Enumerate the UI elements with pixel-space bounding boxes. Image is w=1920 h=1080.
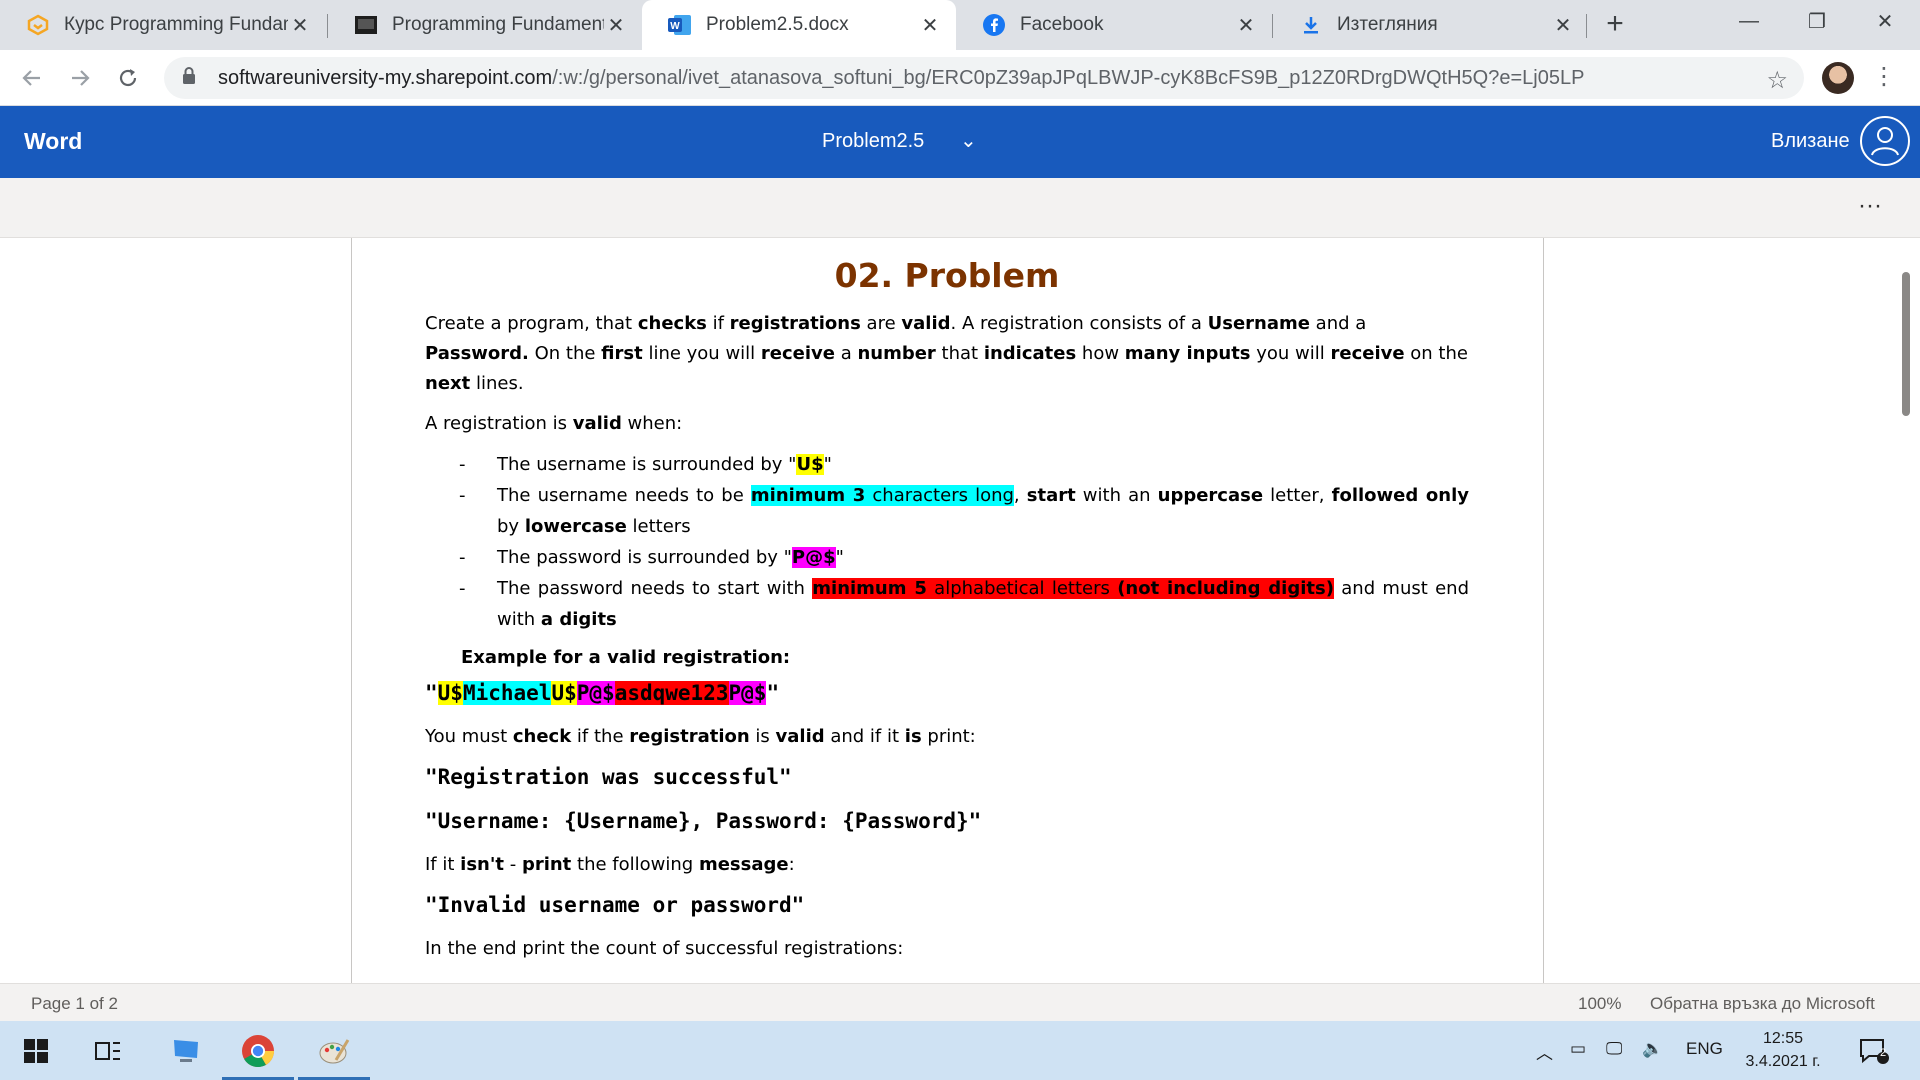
softuni-icon bbox=[26, 13, 50, 37]
bookmark-star-icon[interactable]: ☆ bbox=[1766, 66, 1788, 95]
network-icon[interactable]: 🖵 bbox=[1606, 1039, 1622, 1059]
user-icon[interactable] bbox=[1860, 116, 1910, 166]
example-heading: Example for a valid registration: bbox=[461, 647, 791, 668]
browser-tab-downloads[interactable]: Изтегляния ✕ bbox=[1273, 0, 1589, 50]
browser-tab-softuni[interactable]: Курс Programming Fundamentals ✕ bbox=[0, 0, 326, 50]
word-icon: W bbox=[668, 13, 692, 37]
close-icon[interactable]: ✕ bbox=[918, 13, 942, 38]
app-brand[interactable]: Word bbox=[24, 128, 82, 155]
task-view-icon bbox=[95, 1041, 120, 1060]
tab-divider bbox=[1586, 14, 1587, 38]
ribbon-bar: ··· bbox=[0, 178, 1920, 238]
chevron-down-icon[interactable]: ⌄ bbox=[960, 128, 977, 153]
forward-button[interactable] bbox=[64, 62, 96, 94]
windows-logo-icon bbox=[24, 1038, 48, 1063]
valid-when-paragraph: A registration is valid when: bbox=[425, 413, 683, 434]
document-canvas: 02. Problem Create a program, that check… bbox=[0, 238, 1920, 983]
list-item: - The username needs to be minimum 3 cha… bbox=[459, 485, 1469, 537]
paint-icon bbox=[319, 1038, 350, 1063]
list-item: - The password needs to start with minim… bbox=[459, 578, 1469, 630]
address-bar[interactable]: softwareuniversity-my.sharepoint.com/:w:… bbox=[164, 57, 1804, 99]
video-icon bbox=[354, 13, 378, 37]
back-button[interactable] bbox=[16, 62, 48, 94]
tab-title: Facebook bbox=[1020, 14, 1104, 35]
url-path: /:w:/g/personal/ivet_atanasova_softuni_b… bbox=[552, 66, 1585, 89]
clock-time: 12:55 bbox=[1762, 1030, 1804, 1047]
clock-date: 3.4.2021 г. bbox=[1745, 1053, 1821, 1070]
download-icon bbox=[1299, 13, 1323, 37]
notification-count: 2 bbox=[1880, 1047, 1887, 1059]
word-header: Word Problem2.5 ⌄ Влизане bbox=[0, 106, 1920, 178]
chrome-icon bbox=[242, 1034, 275, 1067]
back-arrow-icon bbox=[22, 70, 40, 86]
new-tab-button[interactable]: + bbox=[1600, 9, 1630, 40]
browser-tab-strip: Курс Programming Fundamentals ✕ Programm… bbox=[0, 0, 1920, 50]
tab-title: Изтегляния bbox=[1337, 14, 1438, 35]
forward-arrow-icon bbox=[72, 70, 90, 86]
document-title[interactable]: Problem2.5 bbox=[822, 130, 924, 153]
problem-heading: 02. Problem bbox=[834, 256, 1060, 295]
zoom-level[interactable]: 100% bbox=[1578, 994, 1621, 1014]
browser-tab-programming[interactable]: Programming Fundamentals ✕ bbox=[328, 0, 642, 50]
taskbar-app-chrome[interactable] bbox=[222, 1021, 294, 1080]
invalid-paragraph: If it isn't - print the following messag… bbox=[425, 854, 795, 875]
url-host: softwareuniversity-my.sharepoint.com bbox=[218, 66, 553, 89]
intro-paragraph: Create a program, that checks if registr… bbox=[425, 313, 1468, 394]
facebook-icon bbox=[982, 13, 1006, 37]
close-icon[interactable]: ✕ bbox=[288, 13, 312, 38]
list-item: - The password is surrounded by "P@$" bbox=[459, 547, 844, 568]
restore-button[interactable]: ❐ bbox=[1783, 0, 1851, 42]
check-paragraph: You must check if the registration is va… bbox=[425, 726, 976, 747]
tab-title: Problem2.5.docx bbox=[706, 14, 849, 35]
document-page: 02. Problem Create a program, that check… bbox=[351, 238, 1544, 983]
status-bar: Page 1 of 2 100% Обратна връзка до Micro… bbox=[0, 983, 1920, 1021]
close-icon[interactable]: ✕ bbox=[604, 13, 628, 38]
tab-title: Programming Fundamentals bbox=[392, 14, 604, 35]
profile-avatar[interactable] bbox=[1822, 62, 1854, 94]
start-button[interactable] bbox=[0, 1021, 72, 1080]
count-paragraph: In the end print the count of successful… bbox=[425, 938, 904, 959]
lock-icon bbox=[182, 66, 204, 90]
close-icon[interactable]: ✕ bbox=[1551, 13, 1575, 38]
minimize-button[interactable]: — bbox=[1715, 0, 1783, 42]
invalid-message: "Invalid username or password" bbox=[425, 893, 805, 917]
close-window-button[interactable]: ✕ bbox=[1851, 0, 1919, 42]
close-icon[interactable]: ✕ bbox=[1234, 13, 1258, 38]
browser-tab-problem-docx[interactable]: W Problem2.5.docx ✕ bbox=[642, 0, 956, 50]
username-password-message: "Username: {Username}, Password: {Passwo… bbox=[425, 809, 982, 833]
reload-icon bbox=[119, 69, 137, 87]
reload-button[interactable] bbox=[112, 62, 144, 94]
list-item: - The username is surrounded by "U$" bbox=[459, 454, 832, 475]
sign-in-link[interactable]: Влизане bbox=[1771, 130, 1850, 153]
feedback-link[interactable]: Обратна връзка до Microsoft bbox=[1650, 994, 1875, 1014]
action-center-button[interactable]: 2 bbox=[1838, 1021, 1910, 1080]
windows-taskbar: ︿ ▭ 🖵 🔈 ENG 12:55 3.4.2021 г. 2 bbox=[0, 1021, 1920, 1080]
browser-menu-icon[interactable]: ⋮ bbox=[1872, 62, 1896, 94]
computer-icon bbox=[174, 1039, 198, 1062]
tab-title: Курс Programming Fundamentals bbox=[64, 14, 288, 35]
svg-text:W: W bbox=[670, 21, 680, 32]
battery-icon[interactable]: ▭ bbox=[1570, 1039, 1586, 1059]
page-indicator: Page 1 of 2 bbox=[31, 994, 118, 1013]
browser-tab-facebook[interactable]: Facebook ✕ bbox=[956, 0, 1272, 50]
chevron-up-icon[interactable]: ︿ bbox=[1536, 1039, 1553, 1064]
volume-icon[interactable]: 🔈 bbox=[1642, 1039, 1663, 1059]
taskbar-app-paint[interactable] bbox=[298, 1021, 370, 1080]
taskbar-app-desktop[interactable] bbox=[150, 1021, 222, 1080]
task-view-button[interactable] bbox=[72, 1021, 144, 1080]
browser-toolbar: softwareuniversity-my.sharepoint.com/:w:… bbox=[0, 50, 1920, 106]
system-clock[interactable]: 12:55 3.4.2021 г. bbox=[1728, 1027, 1838, 1073]
rules-list: - The username is surrounded by "U$" - T… bbox=[459, 449, 1469, 635]
success-message: "Registration was successful" bbox=[425, 765, 792, 789]
more-options-icon[interactable]: ··· bbox=[1858, 192, 1882, 220]
example-registration: "U$MichaelU$P@$asdqwe123P@$" bbox=[425, 681, 780, 705]
vertical-scrollbar[interactable] bbox=[1902, 272, 1910, 416]
input-language[interactable]: ENG bbox=[1686, 1039, 1723, 1059]
